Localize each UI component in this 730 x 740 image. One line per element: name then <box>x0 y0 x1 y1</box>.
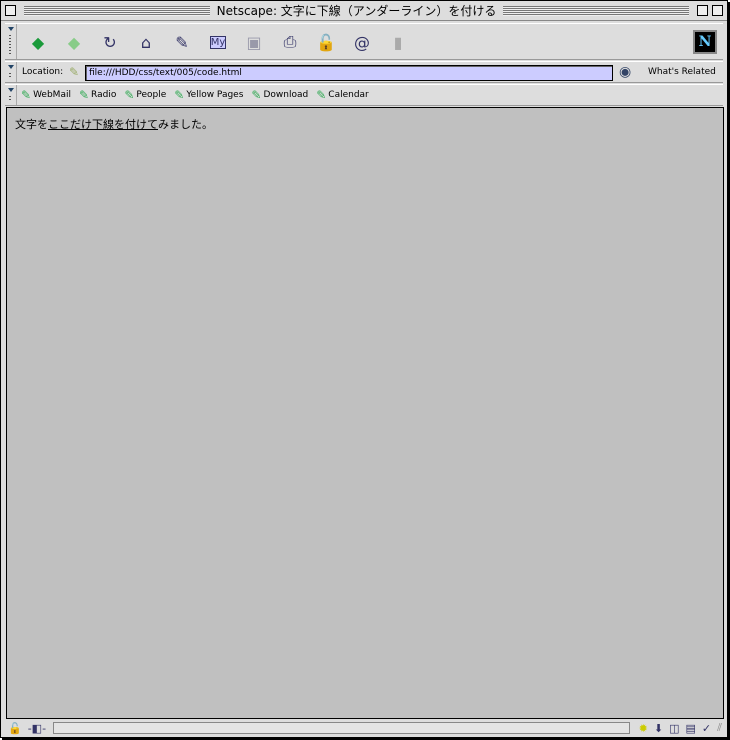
bookmark-icon: ✎ <box>124 88 135 102</box>
netscape-logo[interactable]: N <box>693 30 717 54</box>
shop-button[interactable]: @ <box>351 31 373 53</box>
stop-button[interactable]: ▮ <box>387 31 409 53</box>
bookmark-icon: ✎ <box>21 88 32 102</box>
bookmark-label: Radio <box>91 90 117 100</box>
bookmark-radio[interactable]: ✎ Radio <box>79 88 116 102</box>
security-icon: 🔓 <box>316 32 336 52</box>
home-button[interactable]: ⌂ <box>135 31 157 53</box>
search-button[interactable]: ✎ <box>171 31 193 53</box>
page-content: 文字をここだけ下線を付けてみました。 <box>6 107 724 719</box>
forward-icon: ◆ <box>67 32 81 52</box>
mail-icon[interactable]: ⬇ <box>654 722 663 735</box>
navigator-icon[interactable]: ✹ <box>639 722 648 735</box>
whats-related-button[interactable]: What's Related <box>648 67 716 77</box>
bookmark-people[interactable]: ✎ People <box>124 88 166 102</box>
bookmark-download[interactable]: ✎ Download <box>251 88 308 102</box>
bookmark-yellow-pages[interactable]: ✎ Yellow Pages <box>174 88 243 102</box>
print-button[interactable]: ⎙ <box>279 31 301 53</box>
personal-toolbar: ✎ WebMail ✎ Radio ✎ People ✎ Yellow Pages ✎ Downl… <box>5 84 723 106</box>
underlined-text: ここだけ下線を付けて <box>48 118 158 131</box>
bookmark-calendar[interactable]: ✎ Calendar <box>316 88 369 102</box>
title-bar[interactable]: Netscape: 文字に下線（アンダーライン）を付ける <box>1 1 727 21</box>
back-button[interactable]: ◆ <box>27 31 49 53</box>
home-icon: ⌂ <box>140 32 152 52</box>
print-icon: ⎙ <box>283 32 297 51</box>
search-icon: ✎ <box>175 32 189 52</box>
personal-grip[interactable] <box>5 85 17 105</box>
images-button[interactable]: ▣ <box>243 31 265 53</box>
bookmark-label: Download <box>263 90 309 100</box>
security-lock-icon[interactable]: 🔓 <box>8 722 22 735</box>
bookmark-icon: ✎ <box>78 88 90 102</box>
connection-icon: -◧- <box>27 721 47 735</box>
bookmark-label: WebMail <box>33 90 71 100</box>
bookmark-label: Calendar <box>328 90 369 100</box>
location-grip[interactable] <box>5 62 17 82</box>
body-text: 文字をここだけ下線を付けてみました。 <box>15 116 715 132</box>
collapse-box[interactable] <box>712 5 723 16</box>
resize-grip-icon[interactable]: ⫽ <box>717 721 722 735</box>
text-after: みました。 <box>158 118 213 131</box>
toolbar-grip[interactable] <box>5 24 17 59</box>
stop-icon: ▮ <box>393 32 403 52</box>
instant-messenger-icon[interactable]: ◫ <box>669 722 679 735</box>
my-netscape-icon: My <box>209 35 227 49</box>
address-book-icon[interactable]: ▤ <box>685 722 695 735</box>
url-input[interactable]: file:///HDD/css/text/005/code.html <box>85 65 613 81</box>
navigation-toolbar: ◆ ◆ ↻ ⌂ ✎ My ▣ ⎙ 🔓 @ ▮ N <box>5 23 723 60</box>
text-before: 文字を <box>15 118 48 131</box>
composer-icon[interactable]: ✓ <box>702 722 711 735</box>
images-icon: ▣ <box>246 32 262 52</box>
window-title: Netscape: 文字に下線（アンダーライン）を付ける <box>216 4 497 18</box>
whats-related-icon[interactable]: ◉ <box>619 64 631 80</box>
location-bar: Location: ✎ file:///HDD/css/text/005/cod… <box>5 61 723 83</box>
zoom-box[interactable] <box>697 5 708 16</box>
status-bar: 🔓 -◧- ✹ ⬇ ◫ ▤ ✓ ⫽ <box>5 719 725 737</box>
forward-button[interactable]: ◆ <box>63 31 85 53</box>
reload-button[interactable]: ↻ <box>99 31 121 53</box>
bookmark-icon: ✎ <box>316 88 327 102</box>
close-box[interactable] <box>5 5 16 16</box>
reload-icon: ↻ <box>103 32 117 52</box>
bookmark-label: Yellow Pages <box>186 90 244 100</box>
my-netscape-button[interactable]: My <box>207 31 229 53</box>
back-icon: ◆ <box>31 32 45 52</box>
bookmark-icon: ✎ <box>174 88 185 102</box>
page-proxy-icon[interactable]: ✎ <box>69 65 79 79</box>
bookmark-webmail[interactable]: ✎ WebMail <box>21 88 71 102</box>
location-label: Location: <box>22 67 64 77</box>
shop-icon: @ <box>354 32 370 52</box>
bookmark-label: People <box>136 90 167 100</box>
security-button[interactable]: 🔓 <box>315 31 337 53</box>
status-text <box>53 722 630 734</box>
browser-window: Netscape: 文字に下線（アンダーライン）を付ける ◆ ◆ ↻ ⌂ ✎ My ▣ ⎙ 🔓 @… <box>0 0 728 738</box>
bookmark-icon: ✎ <box>251 88 262 102</box>
